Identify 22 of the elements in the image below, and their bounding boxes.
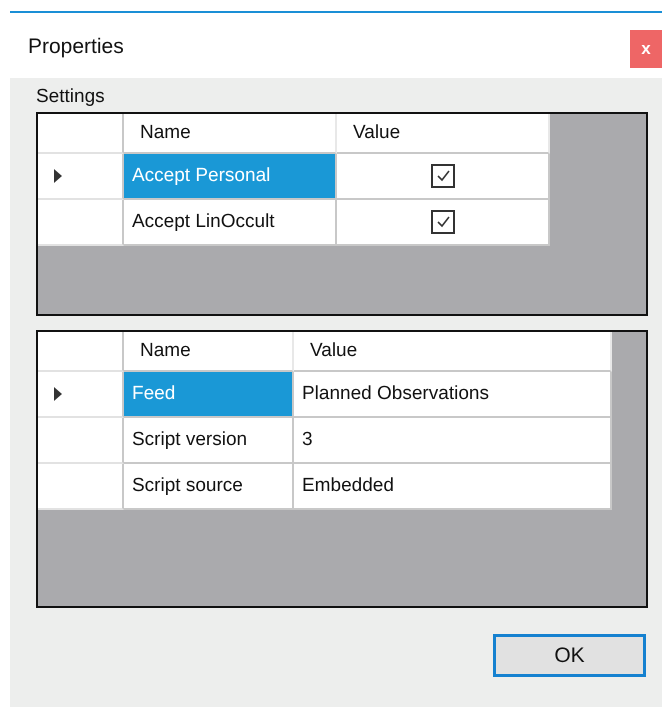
table-cell[interactable]: Script source: [124, 464, 294, 510]
checkbox[interactable]: [430, 210, 454, 234]
current-row-icon: [54, 169, 62, 183]
ok-button[interactable]: OK: [493, 634, 646, 677]
window-title: Properties: [28, 34, 124, 58]
column-header[interactable]: Name: [124, 114, 337, 154]
row-header-cell[interactable]: [38, 372, 124, 418]
row-header-cell[interactable]: [38, 200, 124, 246]
group-label: Settings: [36, 86, 105, 108]
row-header-cell[interactable]: [38, 418, 124, 464]
column-header[interactable]: Value: [337, 114, 550, 154]
row-header-cell[interactable]: [38, 154, 124, 200]
row-header-cell[interactable]: [38, 464, 124, 510]
column-header[interactable]: Name: [124, 332, 294, 372]
column-header[interactable]: Value: [294, 332, 612, 372]
table-cell[interactable]: Accept LinOccult: [124, 200, 337, 246]
table-cell[interactable]: Script version: [124, 418, 294, 464]
table-cell[interactable]: Planned Observations: [294, 372, 612, 418]
table-cell[interactable]: 3: [294, 418, 612, 464]
table-cell[interactable]: Embedded: [294, 464, 612, 510]
checkbox[interactable]: [430, 164, 454, 188]
current-row-icon: [54, 387, 62, 401]
